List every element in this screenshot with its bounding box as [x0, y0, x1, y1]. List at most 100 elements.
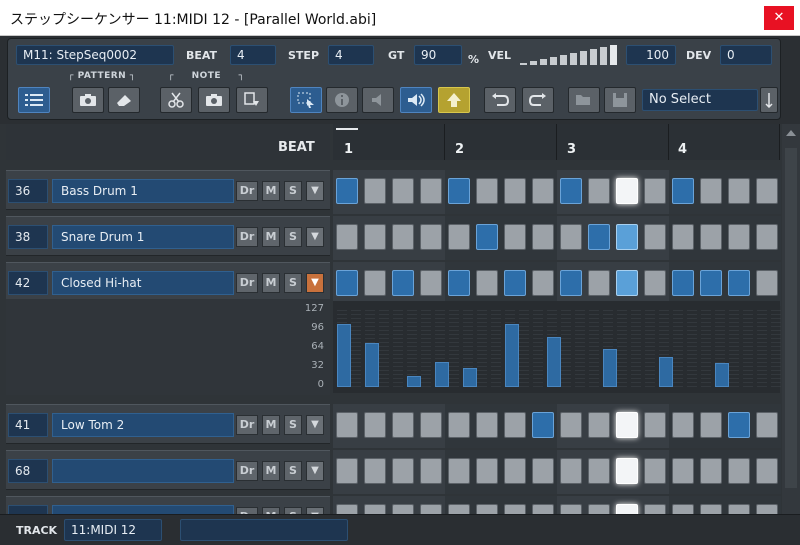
track-dropdown[interactable]: ▼: [306, 227, 324, 247]
drum-button[interactable]: Dr: [236, 273, 258, 293]
step-cell[interactable]: [672, 504, 694, 514]
step-cell[interactable]: [392, 504, 414, 514]
step-cell[interactable]: [448, 458, 470, 484]
note-capture-button[interactable]: [198, 87, 230, 113]
velocity-bar[interactable]: [435, 361, 449, 387]
vel-field[interactable]: 100: [626, 45, 676, 65]
step-cell[interactable]: [448, 224, 470, 250]
step-cell[interactable]: [672, 270, 694, 296]
sort-button[interactable]: [760, 87, 778, 113]
track-dropdown[interactable]: ▼: [306, 415, 324, 435]
step-cell[interactable]: [504, 178, 526, 204]
step-cell[interactable]: [672, 178, 694, 204]
step-cell[interactable]: [392, 412, 414, 438]
info-button[interactable]: [326, 87, 358, 113]
drum-button[interactable]: Dr: [236, 507, 258, 514]
step-cell[interactable]: [700, 504, 722, 514]
velocity-bar[interactable]: [337, 324, 351, 387]
mute-button[interactable]: M: [262, 461, 280, 481]
cut-button[interactable]: [160, 87, 192, 113]
step-cell[interactable]: [672, 412, 694, 438]
velocity-bar[interactable]: [547, 336, 561, 387]
step-cell[interactable]: [700, 412, 722, 438]
step-cell[interactable]: [532, 412, 554, 438]
step-cell[interactable]: [756, 178, 778, 204]
step-cell[interactable]: [756, 224, 778, 250]
list-button[interactable]: [18, 87, 50, 113]
step-cell[interactable]: [644, 458, 666, 484]
step-cell[interactable]: [616, 270, 638, 296]
step-cell[interactable]: [392, 178, 414, 204]
step-cell[interactable]: [588, 458, 610, 484]
track-dropdown[interactable]: ▼: [306, 181, 324, 201]
select-tool-button[interactable]: [290, 87, 322, 113]
step-cell[interactable]: [560, 178, 582, 204]
step-cell[interactable]: [756, 504, 778, 514]
close-button[interactable]: ✕: [764, 6, 794, 30]
step-cell[interactable]: [476, 412, 498, 438]
eraser-button[interactable]: [108, 87, 140, 113]
track-name[interactable]: [52, 505, 234, 514]
mute-button[interactable]: M: [262, 507, 280, 514]
step-cell[interactable]: [420, 270, 442, 296]
solo-button[interactable]: S: [284, 227, 302, 247]
velocity-bar[interactable]: [715, 363, 729, 387]
step-cell[interactable]: [420, 178, 442, 204]
step-cell[interactable]: [532, 224, 554, 250]
step-cell[interactable]: [336, 458, 358, 484]
mute-button[interactable]: M: [262, 181, 280, 201]
step-field[interactable]: 4: [328, 45, 374, 65]
undo-button[interactable]: [484, 87, 516, 113]
step-cell[interactable]: [700, 178, 722, 204]
step-cell[interactable]: [392, 458, 414, 484]
track-name-field[interactable]: [180, 519, 348, 541]
step-cell[interactable]: [560, 270, 582, 296]
step-cell[interactable]: [616, 458, 638, 484]
step-cell[interactable]: [448, 178, 470, 204]
step-cell[interactable]: [616, 412, 638, 438]
step-cell[interactable]: [336, 224, 358, 250]
track-name[interactable]: [52, 459, 234, 483]
mute-button[interactable]: M: [262, 415, 280, 435]
step-cell[interactable]: [728, 224, 750, 250]
step-cell[interactable]: [532, 178, 554, 204]
step-cell[interactable]: [700, 224, 722, 250]
velocity-bar[interactable]: [659, 356, 673, 387]
step-cell[interactable]: [392, 270, 414, 296]
step-cell[interactable]: [504, 504, 526, 514]
step-cell[interactable]: [728, 178, 750, 204]
track-note-number[interactable]: 36: [8, 179, 48, 203]
step-cell[interactable]: [476, 458, 498, 484]
step-cell[interactable]: [756, 458, 778, 484]
step-cell[interactable]: [756, 412, 778, 438]
step-cell[interactable]: [364, 504, 386, 514]
track-note-number[interactable]: 41: [8, 413, 48, 437]
step-cell[interactable]: [560, 412, 582, 438]
track-name[interactable]: Bass Drum 1: [52, 179, 234, 203]
solo-button[interactable]: S: [284, 415, 302, 435]
step-cell[interactable]: [588, 270, 610, 296]
step-cell[interactable]: [448, 412, 470, 438]
step-cell[interactable]: [560, 504, 582, 514]
track-name[interactable]: Snare Drum 1: [52, 225, 234, 249]
step-cell[interactable]: [364, 412, 386, 438]
step-cell[interactable]: [644, 178, 666, 204]
step-cell[interactable]: [392, 224, 414, 250]
step-cell[interactable]: [672, 458, 694, 484]
velocity-bar[interactable]: [463, 368, 477, 387]
step-cell[interactable]: [364, 270, 386, 296]
step-cell[interactable]: [700, 458, 722, 484]
step-cell[interactable]: [616, 224, 638, 250]
step-cell[interactable]: [364, 178, 386, 204]
open-button[interactable]: [568, 87, 600, 113]
step-cell[interactable]: [644, 270, 666, 296]
drum-button[interactable]: Dr: [236, 415, 258, 435]
play-sound-button[interactable]: [400, 87, 432, 113]
track-note-number[interactable]: 42: [8, 271, 48, 295]
track-field[interactable]: 11:MIDI 12: [64, 519, 162, 541]
step-cell[interactable]: [476, 270, 498, 296]
track-dropdown[interactable]: ▼: [306, 507, 324, 514]
track-note-number[interactable]: 68: [8, 459, 48, 483]
select-dropdown[interactable]: No Select: [642, 89, 758, 111]
step-cell[interactable]: [336, 504, 358, 514]
